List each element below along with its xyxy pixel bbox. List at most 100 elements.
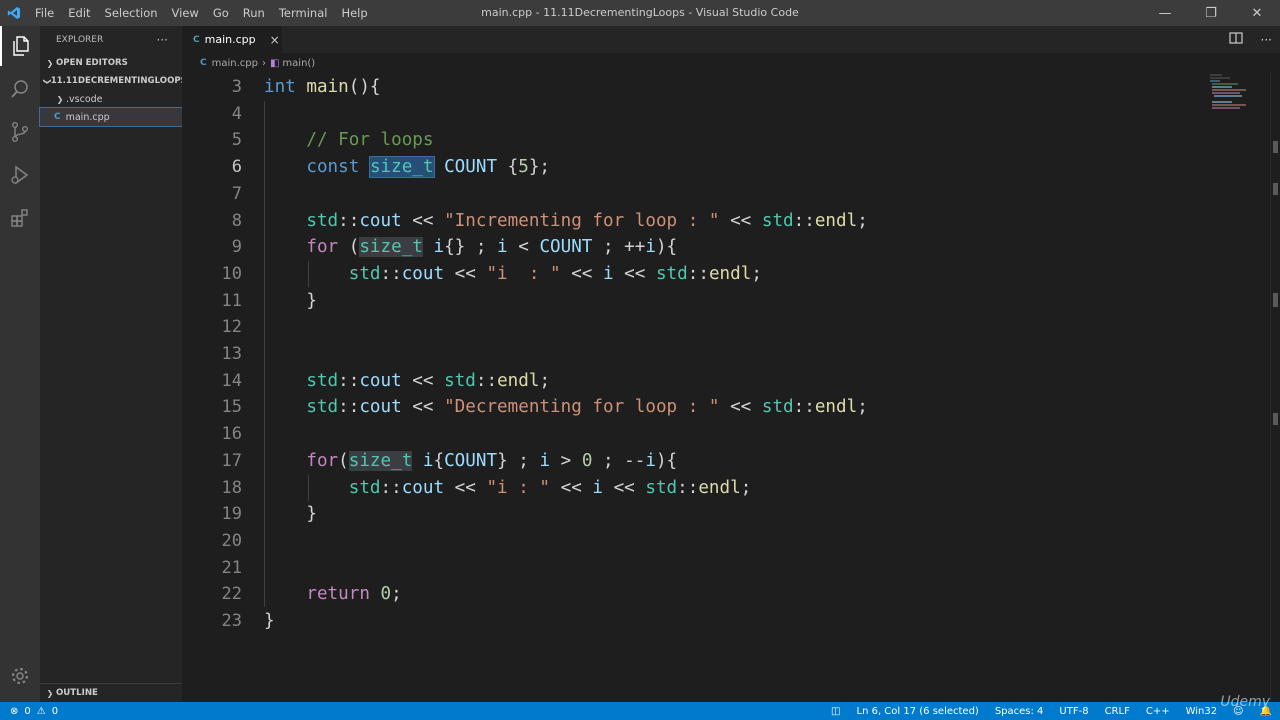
error-count: 0 — [24, 705, 31, 717]
vertical-scrollbar[interactable] — [1270, 73, 1280, 702]
explorer-icon[interactable] — [0, 26, 40, 66]
line-number: 21 — [221, 557, 242, 578]
menu-run[interactable]: Run — [236, 0, 272, 26]
extensions-icon[interactable] — [0, 198, 40, 238]
code-line: const size_t COUNT {5}; — [306, 156, 551, 179]
line-number: 13 — [221, 344, 242, 364]
status-right: ◫ Ln 6, Col 17 (6 selected) Spaces: 4 UT… — [823, 702, 1280, 720]
database-icon[interactable]: ◫ — [823, 706, 848, 717]
code-line: return 0; — [306, 584, 402, 605]
cpp-file-icon: C — [193, 34, 200, 45]
indentation[interactable]: Spaces: 4 — [987, 706, 1052, 717]
minimap[interactable] — [1202, 73, 1270, 702]
search-icon[interactable] — [0, 69, 40, 109]
menu-go[interactable]: Go — [206, 0, 236, 26]
code-line: } — [264, 290, 317, 311]
cursor-position[interactable]: Ln 6, Col 17 (6 selected) — [849, 706, 987, 717]
code-line: std::cout << "Decrementing for loop : " … — [306, 397, 868, 418]
line-number: 14 — [221, 370, 242, 391]
line-number: 5 — [231, 130, 242, 151]
window-controls: — ❐ ✕ — [1142, 0, 1280, 26]
scrollbar-marker — [1273, 183, 1278, 195]
code-line: } — [264, 611, 275, 631]
menu-view[interactable]: View — [165, 0, 206, 26]
title-bar: File Edit Selection View Go Run Terminal… — [0, 0, 1280, 26]
end-of-line[interactable]: CRLF — [1097, 706, 1138, 717]
chevron-down-icon: ❯ — [42, 77, 52, 85]
code-editor[interactable]: 3 4 5 6 7 8 9 10 11 12 13 14 15 16 17 18… — [182, 73, 1202, 702]
explorer-sidebar: EXPLORER ··· ❯ OPEN EDITORS ❯ 11.11DECRE… — [39, 26, 187, 702]
tree-item-main-cpp[interactable]: C main.cpp — [39, 107, 183, 127]
line-number: 6 — [231, 157, 242, 178]
menu-selection[interactable]: Selection — [98, 0, 165, 26]
encoding[interactable]: UTF-8 — [1051, 706, 1096, 717]
code-line: int main(){ — [264, 77, 381, 97]
line-number: 20 — [221, 530, 242, 551]
tree-item-label: .vscode — [66, 93, 103, 105]
chevron-right-icon: ❯ — [46, 688, 54, 698]
more-actions-icon[interactable]: ··· — [1261, 33, 1272, 47]
code-line: std::cout << "i : " << i << std::endl; — [348, 263, 762, 284]
tab-label: main.cpp — [204, 33, 256, 46]
language-mode[interactable]: C++ — [1138, 706, 1178, 717]
menu-terminal[interactable]: Terminal — [272, 0, 335, 26]
warning-count: 0 — [51, 705, 59, 717]
code-line: std::cout << std::endl; — [306, 370, 551, 391]
status-problems[interactable]: ⊗ 0 ⚠ 0 — [0, 706, 58, 717]
line-number: 15 — [221, 397, 242, 418]
menu-bar: File Edit Selection View Go Run Terminal… — [28, 0, 375, 26]
split-editor-icon[interactable] — [1228, 32, 1243, 47]
code-line: // For loops — [264, 130, 434, 151]
source-control-icon[interactable] — [0, 112, 40, 152]
editor-tab-bar: C main.cpp × ··· — [182, 26, 1280, 53]
menu-edit[interactable]: Edit — [61, 0, 97, 26]
breadcrumb-symbol[interactable]: main() — [282, 58, 315, 69]
line-number: 4 — [231, 103, 242, 124]
code-line: for (size_t i{} ; i < COUNT ; ++i){ — [306, 237, 678, 258]
symbol-method-icon: ◧ — [269, 57, 280, 69]
line-number: 17 — [221, 450, 242, 471]
folder-section[interactable]: ❯ 11.11DECREMENTINGLOOPS — [40, 72, 187, 90]
scrollbar-marker — [1273, 293, 1278, 307]
menu-help[interactable]: Help — [334, 0, 374, 26]
chevron-right-icon: ❯ — [46, 58, 54, 68]
editor-actions: ··· — [1228, 26, 1272, 53]
status-bar: ⊗ 0 ⚠ 0 ◫ Ln 6, Col 17 (6 selected) Spac… — [0, 702, 1280, 720]
breadcrumb: C main.cpp › ◧ main() — [182, 53, 1202, 73]
restore-icon[interactable]: ❐ — [1188, 0, 1234, 26]
chevron-right-icon: ❯ — [56, 94, 64, 104]
minimize-icon[interactable]: — — [1142, 0, 1188, 26]
line-number: 12 — [221, 317, 242, 338]
explorer-title: EXPLORER — [56, 35, 104, 45]
tab-main-cpp[interactable]: C main.cpp × — [182, 26, 282, 53]
outline-section[interactable]: ❯ OUTLINE — [40, 683, 186, 702]
tree-item-vscode[interactable]: ❯ .vscode — [40, 90, 182, 108]
vscode-logo-icon — [0, 0, 28, 26]
cpp-file-icon: C — [200, 58, 207, 68]
code-line: std::cout << "i : " << i << std::endl; — [348, 477, 752, 498]
error-icon: ⊗ — [10, 705, 19, 717]
scrollbar-marker — [1273, 141, 1278, 153]
line-number: 16 — [221, 424, 242, 445]
line-number: 10 — [221, 263, 242, 284]
menu-file[interactable]: File — [28, 0, 61, 26]
line-number: 23 — [221, 611, 242, 631]
more-actions-icon[interactable]: ··· — [157, 33, 168, 47]
run-debug-icon[interactable] — [0, 155, 40, 195]
close-tab-icon[interactable]: × — [270, 33, 280, 47]
close-window-icon[interactable]: ✕ — [1234, 0, 1280, 26]
code-line: for(size_t i{COUNT} ; i > 0 ; --i){ — [306, 450, 678, 471]
cpp-file-icon: C — [54, 112, 61, 122]
open-editors-section[interactable]: ❯ OPEN EDITORS — [40, 54, 182, 72]
line-number: 22 — [221, 584, 242, 605]
platform[interactable]: Win32 — [1178, 706, 1226, 717]
scrollbar-marker — [1273, 413, 1278, 425]
explorer-header: EXPLORER ··· — [40, 26, 182, 54]
breadcrumb-file[interactable]: main.cpp — [212, 58, 258, 69]
settings-gear-icon[interactable] — [0, 656, 40, 696]
outline-label: OUTLINE — [56, 688, 98, 698]
line-number: 9 — [231, 237, 242, 258]
chevron-right-icon: › — [261, 57, 266, 69]
open-editors-label: OPEN EDITORS — [56, 58, 128, 68]
activity-bar — [0, 26, 40, 702]
